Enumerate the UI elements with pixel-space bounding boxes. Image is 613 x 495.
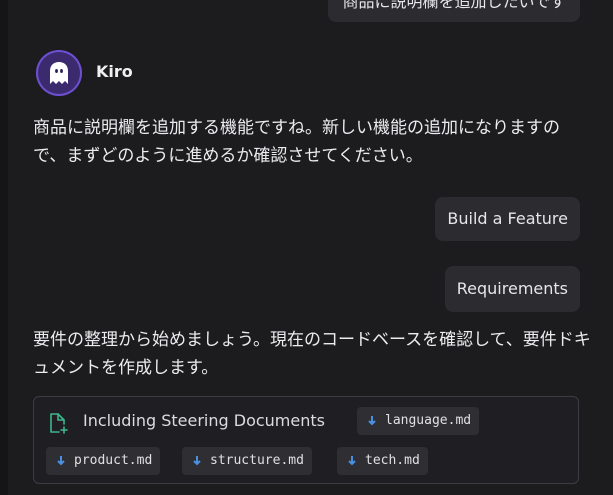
user-message-text: Requirements [456,279,568,298]
panel-left-edge [0,0,8,495]
steering-doc-name: product.md [74,453,153,468]
agent-message: 要件の整理から始めましょう。現在のコードベースを確認して、要件ドキュメントを作成… [33,330,591,378]
steering-doc-name: language.md [385,413,472,428]
steering-doc-chip[interactable]: language.md [357,407,480,435]
markdown-icon [368,416,376,426]
markdown-icon [193,456,201,466]
user-message-text: Build a Feature [447,209,568,228]
agent-message: 商品に説明欄を追加する機能ですね。新しい機能の追加になりますので、まずどのように… [33,118,560,166]
steering-label: Including Steering Documents [83,411,325,430]
ghost-icon [50,62,68,84]
steering-doc-name: structure.md [210,453,304,468]
steering-doc-chip[interactable]: structure.md [182,447,312,475]
markdown-icon [57,456,65,466]
markdown-icon [348,456,356,466]
steering-doc-chip[interactable]: tech.md [337,447,428,475]
agent-name: Kiro [96,62,133,81]
user-message-bubble: 商品に説明欄を追加したいです [328,0,580,22]
steering-documents-box: Including Steering Documents language.md… [33,396,579,484]
kiro-avatar [36,50,82,96]
document-add-icon [50,413,68,434]
steering-doc-chip[interactable]: product.md [46,447,161,475]
user-message-bubble: Requirements [444,266,580,312]
steering-doc-name: tech.md [365,453,420,468]
user-message-text: 商品に説明欄を追加したいです [342,0,566,11]
chat-panel: 商品に説明欄を追加したいです Kiro 商品に説明欄を追加する機能ですね。新しい… [0,0,613,495]
user-message-bubble: Build a Feature [435,197,580,241]
